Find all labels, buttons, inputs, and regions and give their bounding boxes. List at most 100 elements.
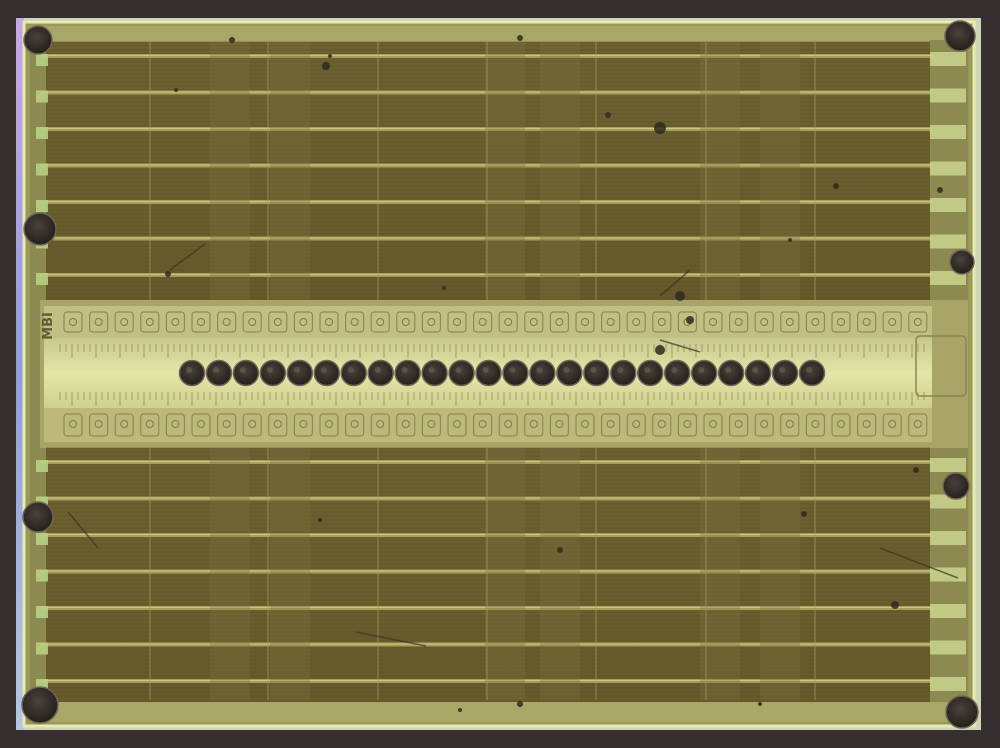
center-bond-pad [475, 359, 502, 387]
column-band [760, 448, 800, 700]
decoder-tab-right [930, 52, 966, 66]
center-bond-pad [717, 359, 745, 387]
center-bond-pad [771, 359, 799, 387]
column-band [270, 42, 310, 300]
center-bond-pad [583, 359, 610, 387]
decoder-tab-right [930, 125, 966, 139]
center-bond-pad [690, 359, 718, 387]
decoder-tab-left [36, 642, 48, 655]
center-bond-pad [663, 359, 691, 387]
decoder-tab-left [36, 90, 48, 103]
column-band [270, 448, 310, 700]
center-bond-pad-highlight [186, 367, 192, 373]
center-bond-pad [286, 359, 314, 387]
decoder-tab-left [36, 54, 48, 66]
center-bond-pad-highlight [212, 367, 219, 373]
debris-speck [913, 467, 919, 473]
top-periphery [30, 26, 970, 42]
center-bond-pad [367, 359, 394, 387]
decoder-tab-left [36, 460, 48, 472]
center-bond-pad [529, 359, 556, 387]
decoder-tab-right [930, 198, 966, 212]
decoder-tab-left [36, 569, 48, 582]
center-bond-pad-highlight [644, 367, 651, 373]
decoder-tab-left [36, 606, 48, 618]
debris-speck [442, 286, 446, 290]
debris-speck [891, 601, 899, 609]
decoder-tab-left [36, 127, 48, 139]
decoder-tab-left [36, 533, 48, 545]
center-bond-pad-highlight [293, 367, 300, 373]
center-bond-pad [232, 359, 260, 387]
center-bond-pad-highlight [401, 367, 408, 373]
center-bond-pad-highlight [266, 367, 273, 373]
column-band [485, 42, 525, 300]
center-bond-pad [448, 359, 475, 387]
center-bond-pad-highlight [347, 367, 354, 373]
column-band [485, 448, 525, 700]
die-marking: MBI [41, 312, 56, 340]
center-bond-pad-highlight [779, 367, 786, 373]
decoder-tab-right [930, 531, 966, 545]
center-bond-pad-highlight [725, 367, 732, 373]
debris-speck [229, 37, 235, 43]
decoder-tab-left [36, 163, 48, 176]
edge-bond-pad [23, 212, 57, 246]
debris-speck [165, 271, 171, 277]
edge-bond-pad [949, 249, 975, 275]
center-bond-pad [610, 359, 637, 387]
edge-bond-pad [945, 695, 979, 729]
center-bond-pad-highlight [428, 367, 435, 373]
center-bond-pad-highlight [239, 367, 246, 373]
edge-bond-pad [944, 20, 976, 52]
center-bond-pad-highlight [590, 367, 597, 373]
debris-speck [833, 183, 839, 189]
column-band [760, 42, 800, 300]
column-band [210, 448, 250, 700]
decoder-tab-left [36, 273, 48, 285]
center-bond-pad [421, 359, 448, 387]
edge-bond-pad [23, 25, 53, 55]
debris-speck [174, 88, 178, 92]
edge-bond-pad [942, 472, 970, 500]
center-bond-pad-highlight [536, 367, 543, 373]
center-bond-pad-highlight [482, 367, 489, 373]
column-band [540, 448, 580, 700]
debris-speck [788, 238, 792, 242]
debris-speck [675, 291, 685, 301]
center-bond-pad [502, 359, 529, 387]
decoder-tab-right [930, 604, 966, 618]
center-bond-pad-highlight [671, 367, 678, 373]
center-bond-pad-highlight [509, 367, 516, 373]
center-bond-pad [637, 359, 664, 387]
debris-speck [937, 187, 943, 193]
center-bond-pad-highlight [563, 367, 570, 373]
center-bond-pad-highlight [320, 367, 327, 373]
debris-speck [328, 54, 332, 58]
debris-speck [322, 62, 330, 70]
column-band [540, 42, 580, 300]
center-bond-pad [259, 359, 287, 387]
decoder-tab-right [930, 458, 966, 472]
decoder-tab-right [930, 161, 966, 176]
center-bond-pad-highlight [752, 367, 759, 373]
debris-speck [517, 35, 523, 41]
debris-speck [318, 518, 322, 522]
center-bond-pad [798, 359, 826, 387]
debris-speck [655, 345, 665, 355]
debris-speck [458, 708, 462, 712]
edge-bond-pad [22, 501, 54, 533]
edge-bond-pad [21, 686, 59, 724]
die-micrograph: MBI [0, 0, 1000, 748]
decoder-tab-right [930, 234, 966, 249]
center-bond-pad [744, 359, 772, 387]
debris-speck [517, 701, 523, 707]
center-bond-pad-highlight [698, 367, 705, 373]
decoder-tab-left [36, 200, 48, 212]
center-bond-pad-highlight [455, 367, 462, 373]
center-bond-pad-highlight [374, 367, 381, 373]
debris-speck [654, 122, 666, 134]
debris-speck [605, 112, 611, 118]
column-band [210, 42, 250, 300]
decoder-tab-right [930, 640, 966, 655]
